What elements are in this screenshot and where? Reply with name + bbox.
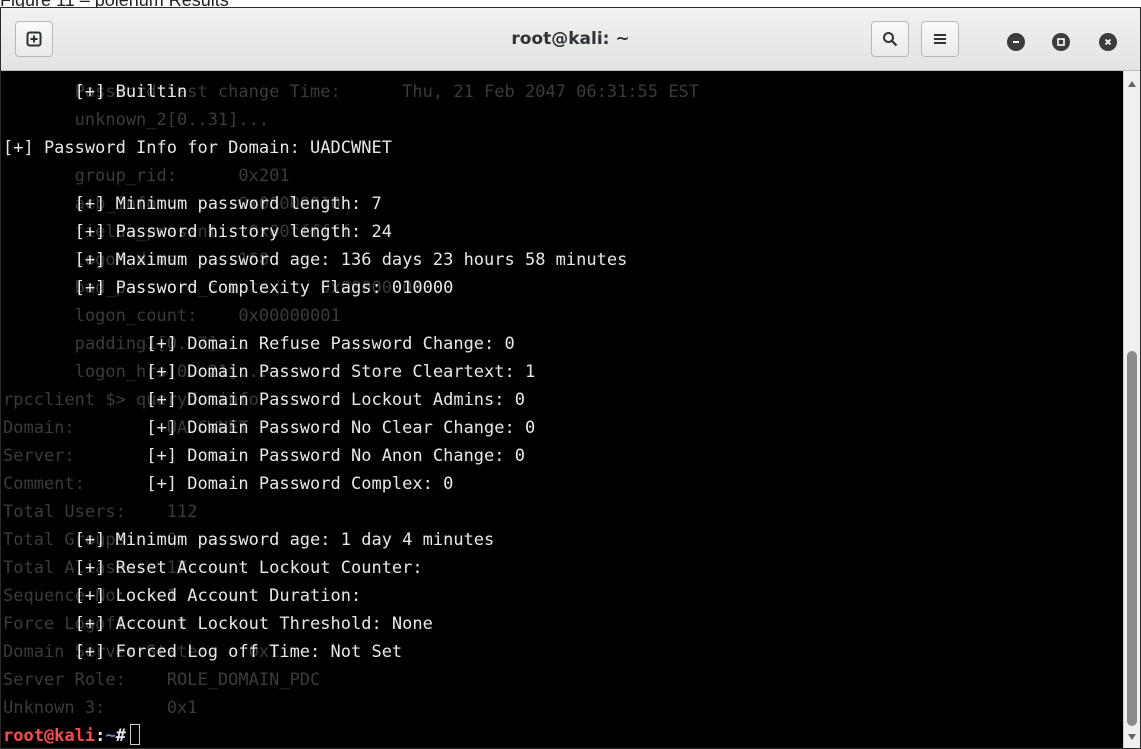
- terminal-line: [+] Password Info for Domain: UADCWNET: [3, 134, 392, 162]
- terminal-line: fields_present: 0x00ffffff [+] Password …: [3, 218, 392, 246]
- output-text: [+] Password Complexity Flags: 010000: [3, 278, 454, 298]
- output-text: [+] Builtin: [3, 82, 188, 102]
- minimize-button[interactable]: [1007, 33, 1025, 51]
- output-text: [+] Domain Password No Anon Change: 0: [3, 446, 525, 466]
- command-prompt[interactable]: root@kali:~#: [3, 722, 140, 748]
- terminal-line: group_rid: 0x201: [3, 162, 290, 190]
- terminal-output[interactable]: Password last change Time: Thu, 21 Feb 2…: [1, 71, 1123, 748]
- maximize-button[interactable]: [1052, 33, 1070, 51]
- terminal-line: bad_password_count: 0x00000000 [+] Passw…: [3, 274, 454, 302]
- search-icon: [883, 32, 898, 47]
- scroll-down-arrow-icon[interactable]: [1128, 734, 1136, 740]
- terminal-line: Password last change Time: Thu, 21 Feb 2…: [3, 78, 699, 106]
- terminal-line: logon_divs: 168 [+] Maximum password age…: [3, 246, 628, 274]
- terminal-lines: Password last change Time: Thu, 21 Feb 2…: [3, 78, 699, 748]
- output-text: [+] Maximum password age: 136 days 23 ho…: [3, 250, 628, 270]
- terminal-line: padding1[0..7]... [+] Domain Refuse Pass…: [3, 330, 515, 358]
- background-text: unknown_2[0..31]...: [3, 110, 270, 130]
- terminal-line: Comment: [+] Domain Password Complex: 0: [3, 470, 453, 498]
- terminal-line: logon_hrs[0..21]... [+] Domain Password …: [3, 358, 536, 386]
- terminal-line: Unknown 3: 0x1: [3, 694, 197, 722]
- minimize-icon: [1013, 41, 1019, 43]
- output-text: [+] Locked Account Duration:: [3, 586, 362, 606]
- terminal-line: Total Aliases: 17 [+] Reset Account Lock…: [3, 554, 423, 582]
- background-text: group_rid: 0x201: [3, 166, 290, 186]
- terminal-line: unknown_2[0..31]...: [3, 106, 269, 134]
- terminal-line: acb_info : 0x00000010 [+] Minimum passwo…: [3, 190, 382, 218]
- prompt-symbol: #: [115, 726, 126, 746]
- output-text: [+] Minimum password length: 7: [3, 194, 382, 214]
- prompt-separator: :: [95, 726, 106, 746]
- terminal-line: Domain: UADCWNET [+] Domain Password No …: [3, 414, 535, 442]
- close-button[interactable]: [1099, 33, 1117, 51]
- prompt-path: ~: [105, 726, 116, 746]
- scroll-up-arrow-icon[interactable]: [1128, 81, 1136, 87]
- terminal-line: Domain Server State: 0x1 [+] Forced Log …: [3, 638, 402, 666]
- title-bar: root@kali: ~: [1, 8, 1140, 71]
- terminal-line: Server Role: ROLE_DOMAIN_PDC: [3, 666, 320, 694]
- output-text: [+] Forced Log off Time: Not Set: [3, 642, 403, 662]
- output-text: [+] Password Info for Domain: UADCWNET: [3, 138, 392, 158]
- terminal-window: root@kali: ~ Password last change Time: …: [0, 7, 1141, 749]
- menu-button[interactable]: [921, 21, 959, 57]
- terminal-line: Server: [+] Domain Password No Anon Chan…: [3, 442, 525, 470]
- scrollbar-thumb[interactable]: [1127, 351, 1137, 726]
- terminal-line: Total Users: 112: [3, 498, 197, 526]
- terminal-line: Sequence No: 1 [+] Locked Account Durati…: [3, 582, 361, 610]
- text-cursor: [129, 724, 140, 745]
- background-text: logon_count: 0x00000001: [3, 306, 341, 326]
- background-text: Unknown 3: 0x1: [3, 698, 198, 718]
- prompt-user: root@kali: [3, 726, 96, 746]
- output-text: [+] Domain Password Lockout Admins: 0: [3, 390, 525, 410]
- close-icon: [1104, 38, 1112, 46]
- terminal-line: rpcclient $> querydominfo [+] Domain Pas…: [3, 386, 525, 414]
- maximize-icon: [1057, 38, 1065, 46]
- terminal-line: Total Groups: 0 [+] Minimum password age…: [3, 526, 494, 554]
- vertical-scrollbar[interactable]: [1123, 71, 1140, 748]
- output-text: [+] Reset Account Lockout Counter:: [3, 558, 423, 578]
- output-text: [+] Domain Password Store Cleartext: 1: [3, 362, 536, 382]
- output-text: [+] Domain Password No Clear Change: 0: [3, 418, 536, 438]
- background-text: Total Users: 112: [3, 502, 198, 522]
- terminal-line: logon_count: 0x00000001: [3, 302, 341, 330]
- hamburger-menu-icon: [934, 34, 946, 44]
- window-title: root@kali: ~: [511, 29, 630, 49]
- background-text: Server Role: ROLE_DOMAIN_PDC: [3, 670, 321, 690]
- output-text: [+] Domain Password Complex: 0: [3, 474, 454, 494]
- output-text: [+] Password history length: 24: [3, 222, 392, 242]
- output-text: [+] Account Lockout Threshold: None: [3, 614, 433, 634]
- search-button[interactable]: [871, 21, 909, 57]
- output-text: [+] Domain Refuse Password Change: 0: [3, 334, 515, 354]
- terminal-line: Force Logoff: -1 [+] Account Lockout Thr…: [3, 610, 433, 638]
- output-text: [+] Minimum password age: 1 day 4 minute…: [3, 530, 495, 550]
